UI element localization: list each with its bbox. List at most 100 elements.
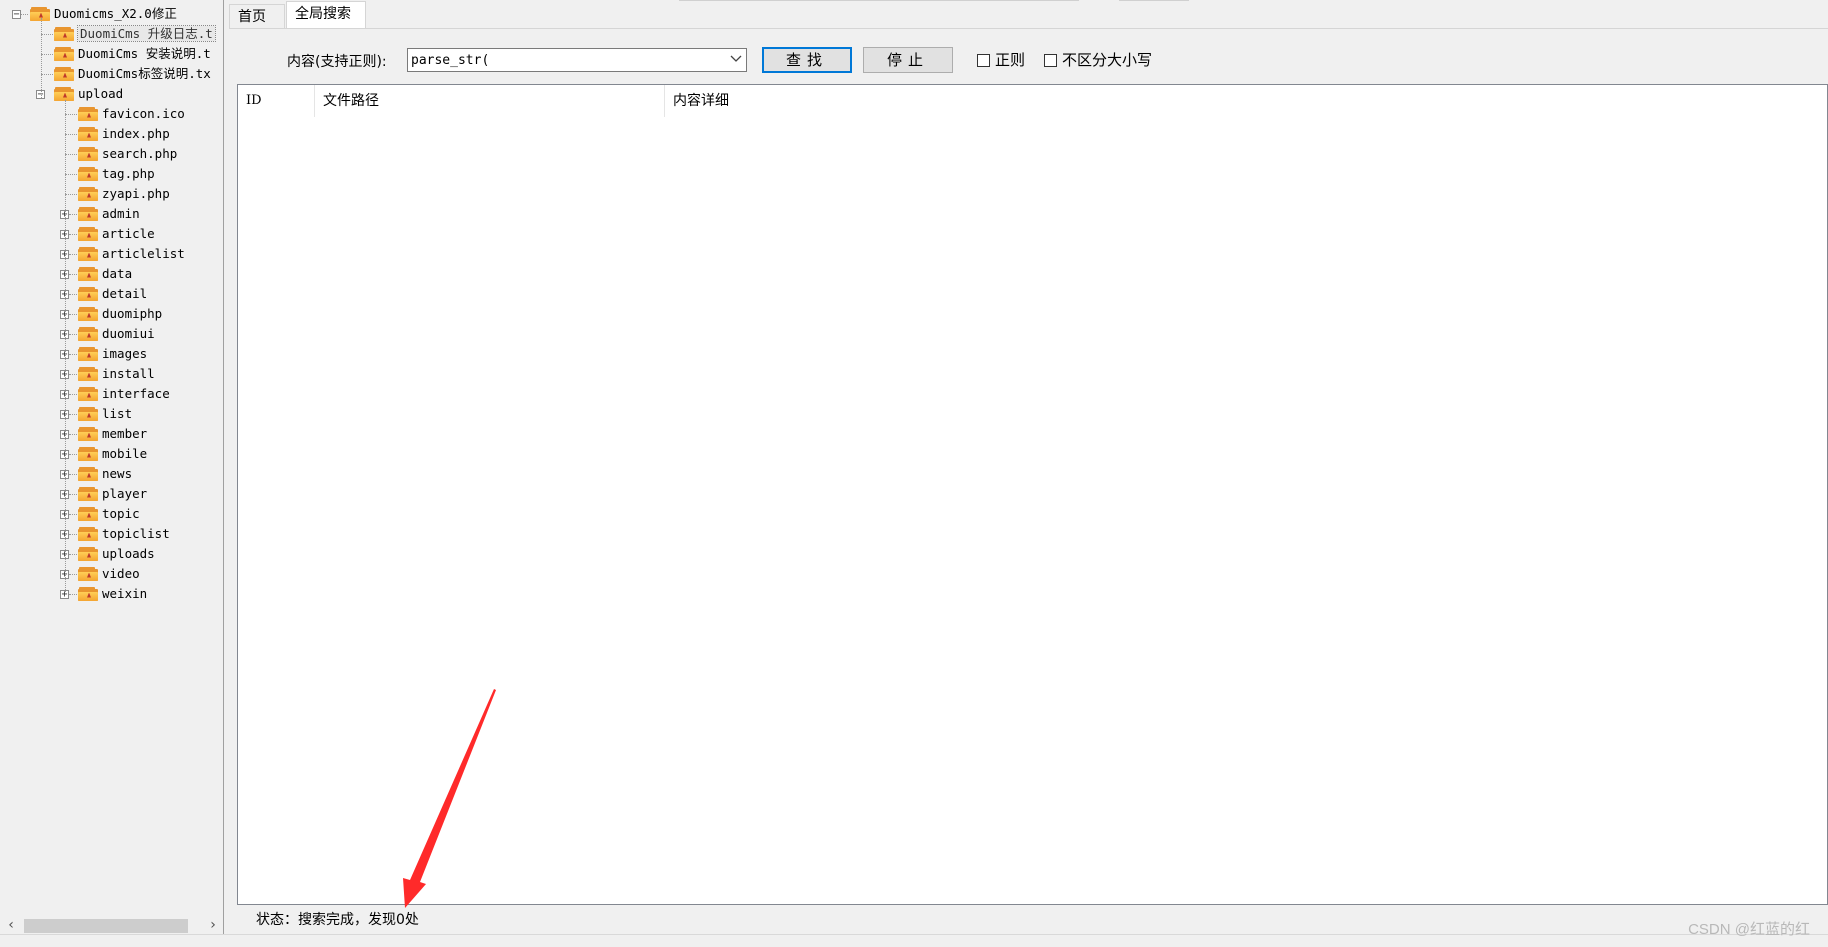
search-combobox[interactable] — [407, 48, 747, 72]
case-insensitive-checkbox[interactable]: 不区分大小写 — [1044, 51, 1152, 69]
folder-icon — [78, 566, 98, 581]
tree-item-label: member — [102, 426, 148, 441]
tree-item-folder[interactable]: uploads — [78, 544, 155, 564]
tree-item-file[interactable]: favicon.ico — [78, 104, 185, 124]
file-icon — [54, 26, 74, 41]
tree-item-folder[interactable]: weixin — [78, 584, 147, 604]
column-header-content-detail[interactable]: 内容详细 — [665, 85, 1265, 117]
tree-connector-line — [69, 294, 77, 295]
tree-item-label: duomiui — [102, 326, 155, 341]
results-list[interactable]: ID 文件路径 内容详细 — [237, 84, 1828, 905]
folder-icon — [30, 6, 50, 21]
tree-item-folder[interactable]: detail — [78, 284, 147, 304]
tree-item-folder[interactable]: images — [78, 344, 147, 364]
tree-item-folder[interactable]: duomiphp — [78, 304, 162, 324]
tree-item-file[interactable]: tag.php — [78, 164, 155, 184]
folder-icon — [78, 306, 98, 321]
tree-connector-line — [69, 274, 77, 275]
status-bar: 状态：搜索完成，发现0处 — [229, 906, 1828, 934]
tree-item-folder[interactable]: video — [78, 564, 140, 584]
scroll-right-arrow-icon[interactable]: › — [204, 916, 222, 934]
column-header-id[interactable]: ID — [238, 85, 315, 117]
find-button[interactable]: 查找 — [762, 47, 852, 73]
tree-item-folder[interactable]: interface — [78, 384, 170, 404]
tree-item-folder[interactable]: player — [78, 484, 147, 504]
file-icon — [78, 106, 98, 121]
file-icon — [54, 46, 74, 61]
stop-button[interactable]: 停止 — [863, 47, 953, 73]
tree-item-folder[interactable]: articlelist — [78, 244, 185, 264]
tree-item-label: video — [102, 566, 140, 581]
scrollbar-thumb[interactable] — [24, 919, 188, 933]
tree-item-file[interactable]: search.php — [78, 144, 177, 164]
checkbox-box[interactable] — [977, 54, 990, 67]
regex-checkbox[interactable]: 正则 — [977, 51, 1025, 69]
tree-item-label: list — [102, 406, 133, 421]
tree-connector-line — [69, 214, 77, 215]
file-icon — [54, 66, 74, 81]
folder-icon — [78, 406, 98, 421]
folder-icon — [78, 226, 98, 241]
column-header-file-path[interactable]: 文件路径 — [315, 85, 665, 117]
scrollbar-track[interactable] — [20, 918, 202, 933]
file-icon — [78, 166, 98, 181]
case-insensitive-checkbox-label: 不区分大小写 — [1062, 51, 1153, 69]
tree-item-folder[interactable]: mobile — [78, 444, 147, 464]
tree-item-label: DuomiCms标签说明.tx — [78, 66, 211, 81]
folder-icon — [78, 586, 98, 601]
tree-item-folder[interactable]: news — [78, 464, 132, 484]
scroll-left-arrow-icon[interactable]: ‹ — [2, 916, 20, 934]
tree-connector-line — [69, 414, 77, 415]
tree-item-folder[interactable]: topiclist — [78, 524, 170, 544]
tree-item-file[interactable]: DuomiCms 安装说明.t — [54, 44, 211, 64]
tree-item-label: articlelist — [102, 246, 185, 261]
tree-item-label: favicon.ico — [102, 106, 185, 121]
file-tree-panel: Duomicms_X2.0修正 − DuomiCms 升级日志.t DuomiCms … — [0, 0, 224, 936]
tree-item-label: article — [102, 226, 155, 241]
tree-item-root[interactable]: Duomicms_X2.0修正 — [30, 4, 177, 24]
folder-icon — [78, 426, 98, 441]
tree-item-folder[interactable]: admin — [78, 204, 140, 224]
tree-item-label: news — [102, 466, 133, 481]
file-icon — [78, 186, 98, 201]
tree-item-file[interactable]: DuomiCms 升级日志.t — [54, 24, 216, 44]
tree-item-file[interactable]: DuomiCms标签说明.tx — [54, 64, 211, 84]
file-icon — [78, 146, 98, 161]
tree-connector-line — [65, 100, 66, 594]
checkbox-box[interactable] — [1044, 54, 1057, 67]
folder-icon — [78, 266, 98, 281]
tree-item-file[interactable]: index.php — [78, 124, 170, 144]
tree-connector-line — [69, 494, 77, 495]
tree-connector-line — [41, 74, 53, 75]
tree-item-folder[interactable]: article — [78, 224, 155, 244]
tree-item-label: detail — [102, 286, 148, 301]
tree-connector-line — [69, 254, 77, 255]
folder-icon — [78, 286, 98, 301]
folder-icon — [78, 546, 98, 561]
search-toolbar: 内容(支持正则): 查找 停止 正则 不区分大小写 — [229, 28, 1828, 85]
folder-icon — [78, 246, 98, 261]
file-tree[interactable]: Duomicms_X2.0修正 − DuomiCms 升级日志.t DuomiCms … — [0, 0, 223, 908]
tree-item-folder[interactable]: topic — [78, 504, 140, 524]
tree-connector-line — [69, 394, 77, 395]
tree-connector-line — [65, 194, 77, 195]
tree-item-folder[interactable]: member — [78, 424, 147, 444]
tree-item-file[interactable]: zyapi.php — [78, 184, 170, 204]
tree-item-folder[interactable]: list — [78, 404, 132, 424]
tree-connector-line — [65, 134, 77, 135]
tree-item-folder[interactable]: data — [78, 264, 132, 284]
tab-global-search[interactable]: 全局搜索 — [286, 1, 366, 29]
folder-icon — [78, 346, 98, 361]
tree-item-label: weixin — [102, 586, 148, 601]
tree-item-folder[interactable]: duomiui — [78, 324, 155, 344]
tree-connector-line — [41, 18, 42, 98]
search-input[interactable] — [408, 49, 724, 71]
tab-home[interactable]: 首页 — [229, 4, 285, 29]
tree-horizontal-scrollbar[interactable]: ‹ › — [0, 916, 222, 934]
collapse-icon[interactable]: − — [12, 10, 21, 20]
tree-item-folder[interactable]: install — [78, 364, 155, 384]
chevron-down-icon[interactable] — [729, 52, 743, 66]
regex-checkbox-label: 正则 — [995, 51, 1026, 69]
tree-item-label: search.php — [102, 146, 178, 161]
tree-item-label: tag.php — [102, 166, 155, 181]
